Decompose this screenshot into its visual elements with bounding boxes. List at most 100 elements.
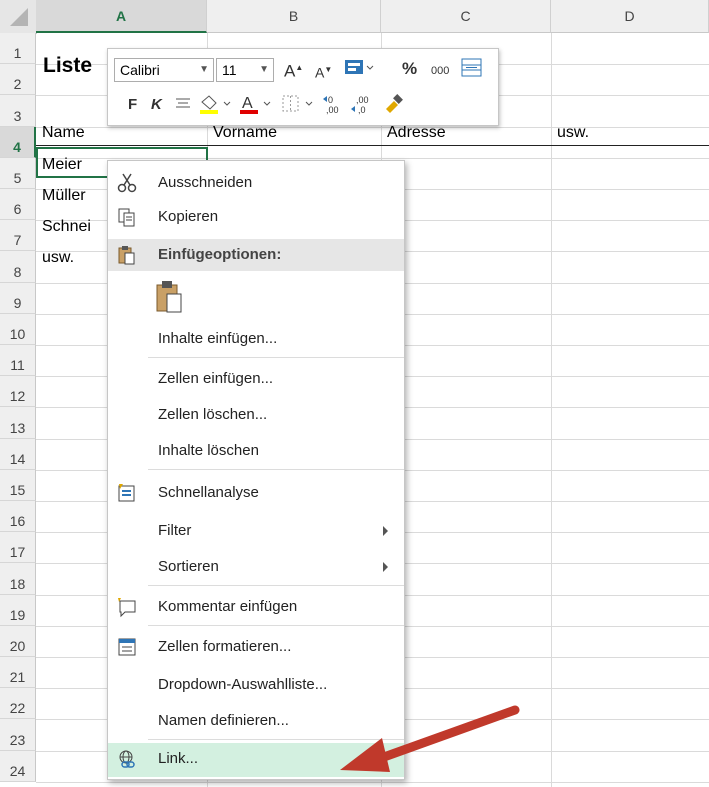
menu-label-link: Link... — [158, 750, 199, 767]
row-header-24[interactable]: 24 — [0, 750, 36, 782]
menu-label-copy: Kopieren — [158, 208, 219, 225]
row-header-10[interactable]: 10 — [0, 313, 36, 345]
menu-item-cut[interactable]: Ausschneiden — [108, 167, 404, 199]
row-header-18[interactable]: 18 — [0, 563, 36, 595]
select-all-corner[interactable] — [0, 0, 37, 34]
cell-d3[interactable]: usw. — [557, 124, 589, 142]
borders-icon — [282, 95, 313, 112]
select-all-triangle-icon — [10, 8, 28, 26]
cell-a3[interactable]: Name — [42, 124, 85, 142]
increase-font-label: A — [284, 61, 296, 81]
increase-decimal-icon: 0,00 — [323, 95, 339, 115]
paste-option-button[interactable] — [108, 275, 404, 319]
column-header-d[interactable]: D — [551, 0, 709, 33]
row-header-3[interactable]: 3 — [0, 95, 36, 127]
decrease-font-label: A — [315, 64, 325, 81]
menu-item-copy[interactable]: Kopieren — [108, 201, 404, 233]
svg-text:,00: ,00 — [356, 95, 369, 105]
row-header-17[interactable]: 17 — [0, 532, 36, 564]
borders-button[interactable] — [280, 93, 316, 121]
menu-label-paste-options: Einfügeoptionen: — [158, 246, 282, 263]
menu-label-quick-analysis: Schnellanalyse — [158, 484, 259, 501]
number-format-button[interactable] — [344, 57, 374, 85]
row-header-8[interactable]: 8 — [0, 251, 36, 283]
menu-label-cut: Ausschneiden — [158, 174, 253, 191]
menu-item-sort[interactable]: Sortieren — [108, 551, 404, 583]
decrease-decimal-icon: ,00,0 — [351, 95, 369, 115]
menu-item-clear-contents[interactable]: Inhalte löschen — [108, 435, 404, 467]
increase-font-button[interactable]: A▲ — [284, 58, 303, 82]
cell-b3[interactable]: Vorname — [213, 124, 277, 142]
row-header-16[interactable]: 16 — [0, 501, 36, 533]
align-button[interactable] — [174, 95, 192, 119]
number-format-icon — [345, 60, 374, 74]
scissors-icon — [117, 173, 137, 193]
row-header-15[interactable]: 15 — [0, 469, 36, 501]
menu-item-paste-special[interactable]: Inhalte einfügen... — [108, 323, 404, 355]
font-size-value: 11 — [222, 62, 237, 78]
menu-item-insert-cells[interactable]: Zellen einfügen... — [108, 363, 404, 395]
column-header-c[interactable]: C — [381, 0, 551, 33]
row-header-1[interactable]: 1 — [0, 33, 36, 65]
cell-a6[interactable]: Schnei — [42, 218, 106, 236]
mini-toolbar: Calibri ▼ 11 ▼ A▲ A▼ % 000 F K A 0,00 ,00,… — [107, 48, 499, 126]
column-divider — [551, 33, 552, 787]
menu-label-filter: Filter — [158, 522, 192, 539]
menu-item-format-cells[interactable]: Zellen formatieren... — [108, 631, 404, 663]
row-header-11[interactable]: 11 — [0, 345, 36, 377]
percent-format-button[interactable]: % — [402, 59, 417, 79]
cell-a7[interactable]: usw. — [42, 249, 74, 267]
comment-icon — [118, 598, 136, 618]
format-cells-icon — [118, 638, 136, 656]
bold-button[interactable]: F — [128, 95, 137, 115]
decrease-font-button[interactable]: A▼ — [315, 60, 332, 83]
italic-button[interactable]: K — [151, 95, 162, 115]
fill-color-button[interactable] — [198, 93, 234, 121]
menu-item-insert-comment[interactable]: Kommentar einfügen — [108, 591, 404, 623]
font-size-select[interactable]: 11 ▼ — [216, 58, 274, 82]
row-header-5[interactable]: 5 — [0, 157, 36, 189]
row-header-20[interactable]: 20 — [0, 625, 36, 657]
cell-c3[interactable]: Adresse — [387, 124, 446, 142]
menu-item-dropdown-list[interactable]: Dropdown-Auswahlliste... — [108, 669, 404, 701]
menu-label-clear-contents: Inhalte löschen — [158, 442, 259, 459]
column-header-b[interactable]: B — [207, 0, 381, 33]
cell-a1[interactable]: Liste — [43, 54, 92, 78]
row-header-14[interactable]: 14 — [0, 438, 36, 470]
menu-item-quick-analysis[interactable]: Schnellanalyse — [108, 477, 404, 509]
row-header-6[interactable]: 6 — [0, 189, 36, 221]
row-header-2[interactable]: 2 — [0, 64, 36, 96]
menu-item-delete-cells[interactable]: Zellen löschen... — [108, 399, 404, 431]
row-header-9[interactable]: 9 — [0, 282, 36, 314]
context-menu: Ausschneiden Kopieren Einfügeoptionen: I… — [107, 160, 405, 780]
row-3-border — [36, 145, 709, 146]
row-header-22[interactable]: 22 — [0, 688, 36, 720]
merge-center-button[interactable] — [461, 58, 483, 84]
column-header-a[interactable]: A — [36, 0, 207, 33]
row-header-19[interactable]: 19 — [0, 594, 36, 626]
clipboard-icon — [118, 246, 135, 265]
menu-separator — [148, 625, 404, 626]
menu-item-filter[interactable]: Filter — [108, 515, 404, 547]
decrease-decimal-button[interactable]: ,00,0 — [350, 93, 376, 121]
menu-separator — [148, 585, 404, 586]
align-center-icon — [176, 98, 190, 108]
thousands-separator-button[interactable]: 000 — [431, 61, 449, 81]
annotation-arrow-icon — [340, 705, 520, 772]
row-header-4[interactable]: 4 — [0, 126, 36, 158]
format-painter-button[interactable] — [382, 93, 406, 121]
row-header-21[interactable]: 21 — [0, 657, 36, 689]
menu-header-paste-options: Einfügeoptionen: — [108, 239, 404, 271]
row-header-23[interactable]: 23 — [0, 719, 36, 751]
increase-decimal-button[interactable]: 0,00 — [322, 93, 348, 121]
row-header-7[interactable]: 7 — [0, 220, 36, 252]
menu-label-insert-cells: Zellen einfügen... — [158, 370, 274, 387]
cell-a5[interactable]: Müller — [42, 187, 106, 205]
copy-icon — [118, 208, 135, 227]
font-color-button[interactable]: A — [238, 93, 274, 121]
font-name-value: Calibri — [120, 62, 160, 78]
font-name-select[interactable]: Calibri ▼ — [114, 58, 214, 82]
row-header-12[interactable]: 12 — [0, 376, 36, 408]
link-icon — [119, 750, 135, 768]
row-header-13[interactable]: 13 — [0, 407, 36, 439]
